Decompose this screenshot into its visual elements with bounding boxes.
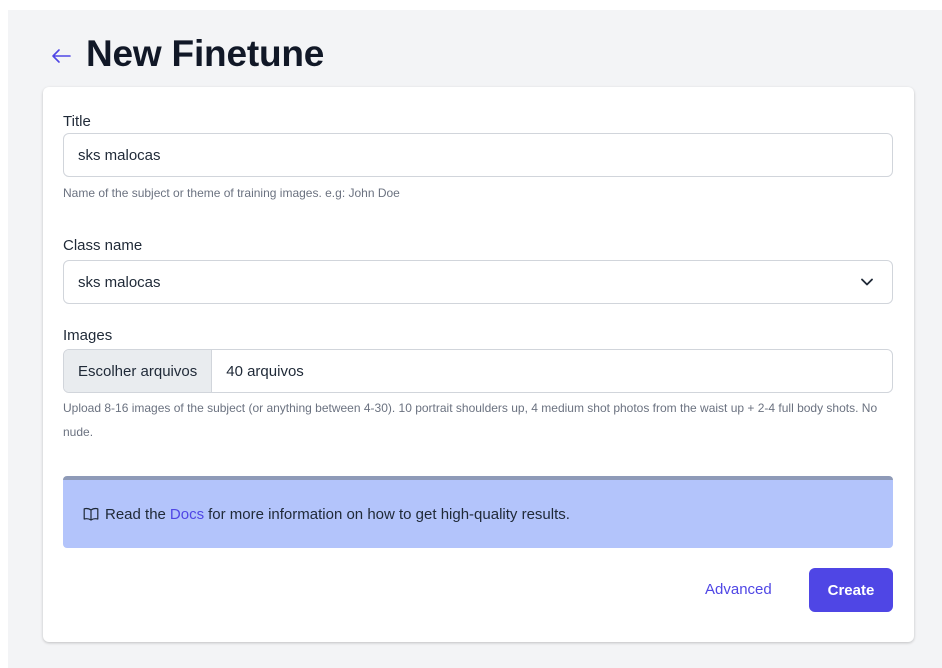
docs-info-alert: Read the Docs for more information on ho… bbox=[63, 476, 893, 548]
page-header: New Finetune bbox=[50, 30, 324, 78]
class-name-selected-value: sks malocas bbox=[78, 273, 161, 291]
info-prefix-text: Read the bbox=[105, 505, 166, 523]
advanced-link[interactable]: Advanced bbox=[705, 581, 772, 598]
title-help-text: Name of the subject or theme of training… bbox=[63, 186, 400, 200]
finetune-form-card: Title Name of the subject or theme of tr… bbox=[43, 87, 914, 642]
info-suffix-text: for more information on how to get high-… bbox=[208, 505, 570, 523]
book-open-icon bbox=[83, 507, 99, 521]
chevron-down-icon bbox=[860, 275, 874, 289]
images-label: Images bbox=[63, 327, 113, 344]
docs-link[interactable]: Docs bbox=[170, 506, 204, 523]
file-count-text: 40 arquivos bbox=[226, 362, 304, 380]
class-name-label: Class name bbox=[63, 237, 143, 254]
class-name-select[interactable]: sks malocas bbox=[63, 260, 893, 304]
title-input[interactable] bbox=[63, 133, 893, 177]
images-help-text: Upload 8-16 images of the subject (or an… bbox=[63, 401, 878, 439]
page-title: New Finetune bbox=[86, 33, 325, 74]
images-file-input[interactable]: Escolher arquivos 40 arquivos bbox=[63, 349, 893, 393]
create-button[interactable]: Create bbox=[809, 568, 893, 612]
choose-files-button[interactable]: Escolher arquivos bbox=[64, 350, 213, 392]
arrow-left-icon[interactable] bbox=[50, 45, 72, 67]
title-label: Title bbox=[63, 113, 91, 130]
